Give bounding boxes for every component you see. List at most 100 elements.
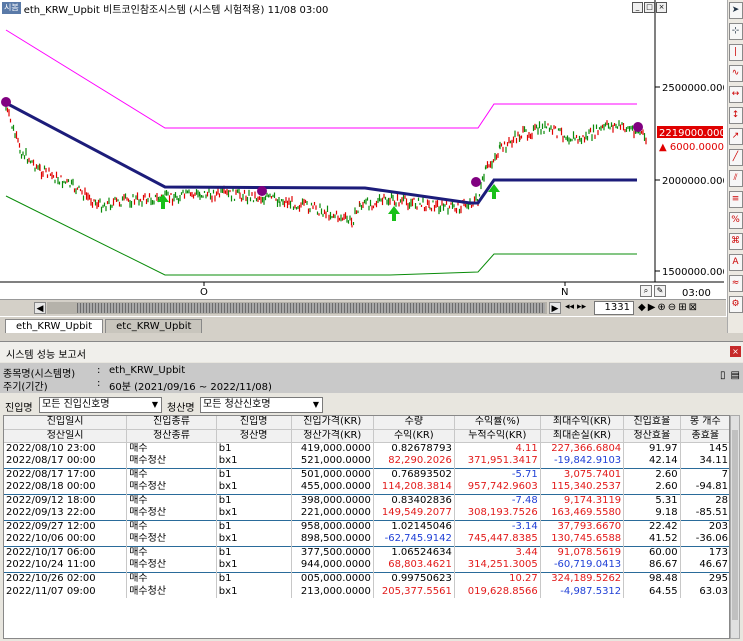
col-header[interactable]: 청산종류 [126, 429, 217, 443]
trade-exit-row[interactable]: 2022/11/07 09:00 매수청산 bx1 213,000.0000 205,3… [4, 585, 729, 598]
split-icon[interactable]: ⊠ [689, 302, 697, 313]
minimize-icon[interactable]: _ [632, 2, 643, 13]
info-value: 60분 (2021/09/16 ~ 2022/11/08) [109, 382, 272, 393]
magnify-icon[interactable]: ⌕ [640, 285, 652, 297]
col-header[interactable]: 청산효율 [623, 429, 681, 443]
trade-exit-row[interactable]: 2022/10/06 00:00 매수청산 bx1 898,500.0000 -62,7… [4, 533, 729, 546]
table-cell: 145 [680, 441, 729, 455]
save-icon[interactable]: ▯ [720, 370, 726, 381]
crosshair-icon[interactable]: ⊹ [728, 23, 743, 40]
zoom-out-icon[interactable]: ⊖ [668, 302, 676, 313]
trade-exit-row[interactable]: 2022/10/24 11:00 매수청산 bx1 944,000.0000 68,80… [4, 559, 729, 572]
select-arrow-icon[interactable]: ➤ [728, 2, 743, 19]
col-header[interactable]: 총효율 [680, 429, 729, 443]
tab-eth-krw[interactable]: eth_KRW_Upbit [5, 319, 104, 333]
col-header[interactable]: 진입일시 [4, 416, 128, 430]
table-cell: 41.52 [623, 533, 681, 546]
col-header[interactable]: 수익률(%) [454, 416, 541, 430]
col-header[interactable]: 봉 개수 [680, 416, 729, 430]
col-header[interactable]: 진입효율 [623, 416, 681, 430]
table-cell: 9,174.3119 [540, 493, 625, 507]
performance-report-window: 시스템 성능 보고서 × 종목명(시스템명) : eth_KRW_Upbit 주… [0, 341, 743, 641]
trade-entry-row[interactable]: 2022/10/17 06:00 매수 b1 377,500.0000 1.065246… [4, 545, 729, 559]
zoom-in-icon[interactable]: ⊕ [657, 302, 665, 313]
fibonacci-icon[interactable]: ≡ [728, 191, 743, 208]
table-cell: bx1 [216, 455, 292, 468]
chart-scroll-thumb[interactable] [77, 303, 545, 313]
print-icon[interactable]: ▤ [731, 370, 740, 381]
text-icon[interactable]: A [728, 254, 743, 271]
signal-dot-icon [1, 97, 11, 107]
close-icon[interactable]: × [730, 346, 741, 357]
col-header[interactable]: 진입가격(KR) [291, 416, 374, 430]
table-cell: 0.82678793 [373, 441, 455, 455]
entry-filter-value: 모든 진입신호명 [42, 399, 110, 410]
table-cell: 0.99750623 [373, 571, 455, 585]
col-header[interactable]: 최대손실(KR) [540, 429, 625, 443]
scroll-right-icon[interactable]: ▶ [549, 302, 561, 314]
col-header[interactable]: 진입명 [216, 416, 292, 430]
table-cell: 63.03 [680, 585, 729, 598]
current-time-label: 03:00 [682, 288, 711, 299]
vertical-line-icon[interactable]: | [728, 44, 743, 61]
trade-exit-row[interactable]: 2022/09/13 22:00 매수청산 bx1 221,000.0000 149,5… [4, 507, 729, 520]
arrow-draw-icon[interactable]: ↗ [728, 128, 743, 145]
expand-icon[interactable]: ▶ [648, 302, 656, 313]
vertical-range-icon[interactable]: ↕ [728, 107, 743, 124]
filter-row: 진입명 모든 진입신호명 ▼ 청산명 모든 청산신호명 ▼ [0, 395, 743, 415]
table-scroll-thumb[interactable] [732, 430, 738, 620]
indicator-icon[interactable]: ∿ [728, 65, 743, 82]
trade-entry-row[interactable]: 2022/08/10 23:00 매수 b1 419,000.0000 0.826787… [4, 441, 729, 455]
table-cell: 205,377.5561 [373, 585, 455, 598]
chart-window-controls: _ □ × [632, 2, 667, 13]
trade-entry-row[interactable]: 2022/10/26 02:00 매수 b1 005,000.0000 0.997506… [4, 571, 729, 585]
trade-entry-row[interactable]: 2022/09/27 12:00 매수 b1 958,000.0000 1.021450… [4, 519, 729, 533]
col-header[interactable]: 청산가격(KR) [291, 429, 374, 443]
col-header[interactable]: 청산명 [216, 429, 292, 443]
percent-icon[interactable]: % [728, 212, 743, 229]
close-icon[interactable]: × [656, 2, 667, 13]
price-diff-label: ▲ 6000.0000 [659, 142, 724, 153]
signal-dot-icon [633, 122, 643, 132]
table-cell: bx1 [216, 559, 292, 572]
settings-icon[interactable]: ⚙ [728, 296, 743, 313]
price-chart[interactable]: 2500000.0000 2000000.0000 1500000.0000 2… [0, 0, 724, 296]
trade-entry-row[interactable]: 2022/09/12 18:00 매수 b1 398,000.0000 0.834028… [4, 493, 729, 507]
trade-table-container[interactable]: 진입일시 진입종류 진입명 진입가격(KR) 수량 수익률(%) 최대수익(KR… [3, 415, 730, 639]
col-header[interactable]: 진입종류 [126, 416, 217, 430]
tab-etc-krw[interactable]: etc_KRW_Upbit [105, 319, 203, 333]
entry-filter-select[interactable]: 모든 진입신호명 ▼ [39, 397, 162, 413]
chart-scroll-track[interactable] [47, 302, 547, 314]
trade-entry-row[interactable]: 2022/08/17 17:00 매수 b1 501,000.0000 0.768935… [4, 467, 729, 481]
exit-filter-select[interactable]: 모든 청산신호명 ▼ [200, 397, 323, 413]
trade-exit-row[interactable]: 2022/08/17 00:00 매수청산 bx1 521,000.0000 82,29… [4, 455, 729, 468]
col-header[interactable]: 청산일시 [4, 429, 128, 443]
maximize-icon[interactable]: □ [644, 2, 655, 13]
pattern-icon[interactable]: ⌘ [728, 233, 743, 250]
table-cell: 2022/08/10 23:00 [4, 441, 128, 455]
bar-count-input[interactable]: 1331 [594, 301, 634, 315]
exit-filter-value: 모든 청산신호명 [203, 399, 271, 410]
horizontal-line-icon[interactable]: ↔ [728, 86, 743, 103]
table-cell: 매수 [126, 493, 217, 507]
wave-icon[interactable]: ≈ [728, 275, 743, 292]
scroll-left-icon[interactable]: ◀ [34, 302, 46, 314]
shrink-icon[interactable]: ◆ [638, 302, 646, 313]
table-scrollbar[interactable] [730, 415, 740, 639]
channel-icon[interactable]: ⫽ [728, 170, 743, 187]
col-header[interactable]: 수익(KR) [373, 429, 455, 443]
trendline-icon[interactable]: ╱ [728, 149, 743, 166]
table-cell: 22.42 [623, 519, 681, 533]
trade-exit-row[interactable]: 2022/08/18 00:00 매수청산 bx1 455,000.0000 114,2… [4, 481, 729, 494]
col-header[interactable]: 수량 [373, 416, 455, 430]
step-forward-icon[interactable]: ▸▸ [577, 302, 586, 312]
chart-titlebar: 시봄 eth_KRW_Upbit 비트코인참조시스템 (시스템 시험적용) 11… [0, 0, 724, 16]
table-cell: 매수청산 [126, 585, 217, 598]
signal-dot-icon [257, 186, 267, 196]
edit-icon[interactable]: ✎ [654, 285, 666, 297]
col-header[interactable]: 누적수익(KR) [454, 429, 541, 443]
step-back-icon[interactable]: ◂◂ [565, 302, 574, 312]
table-cell: 314,251.3005 [454, 559, 541, 572]
grid-icon[interactable]: ⊞ [678, 302, 686, 313]
col-header[interactable]: 최대수익(KR) [540, 416, 625, 430]
